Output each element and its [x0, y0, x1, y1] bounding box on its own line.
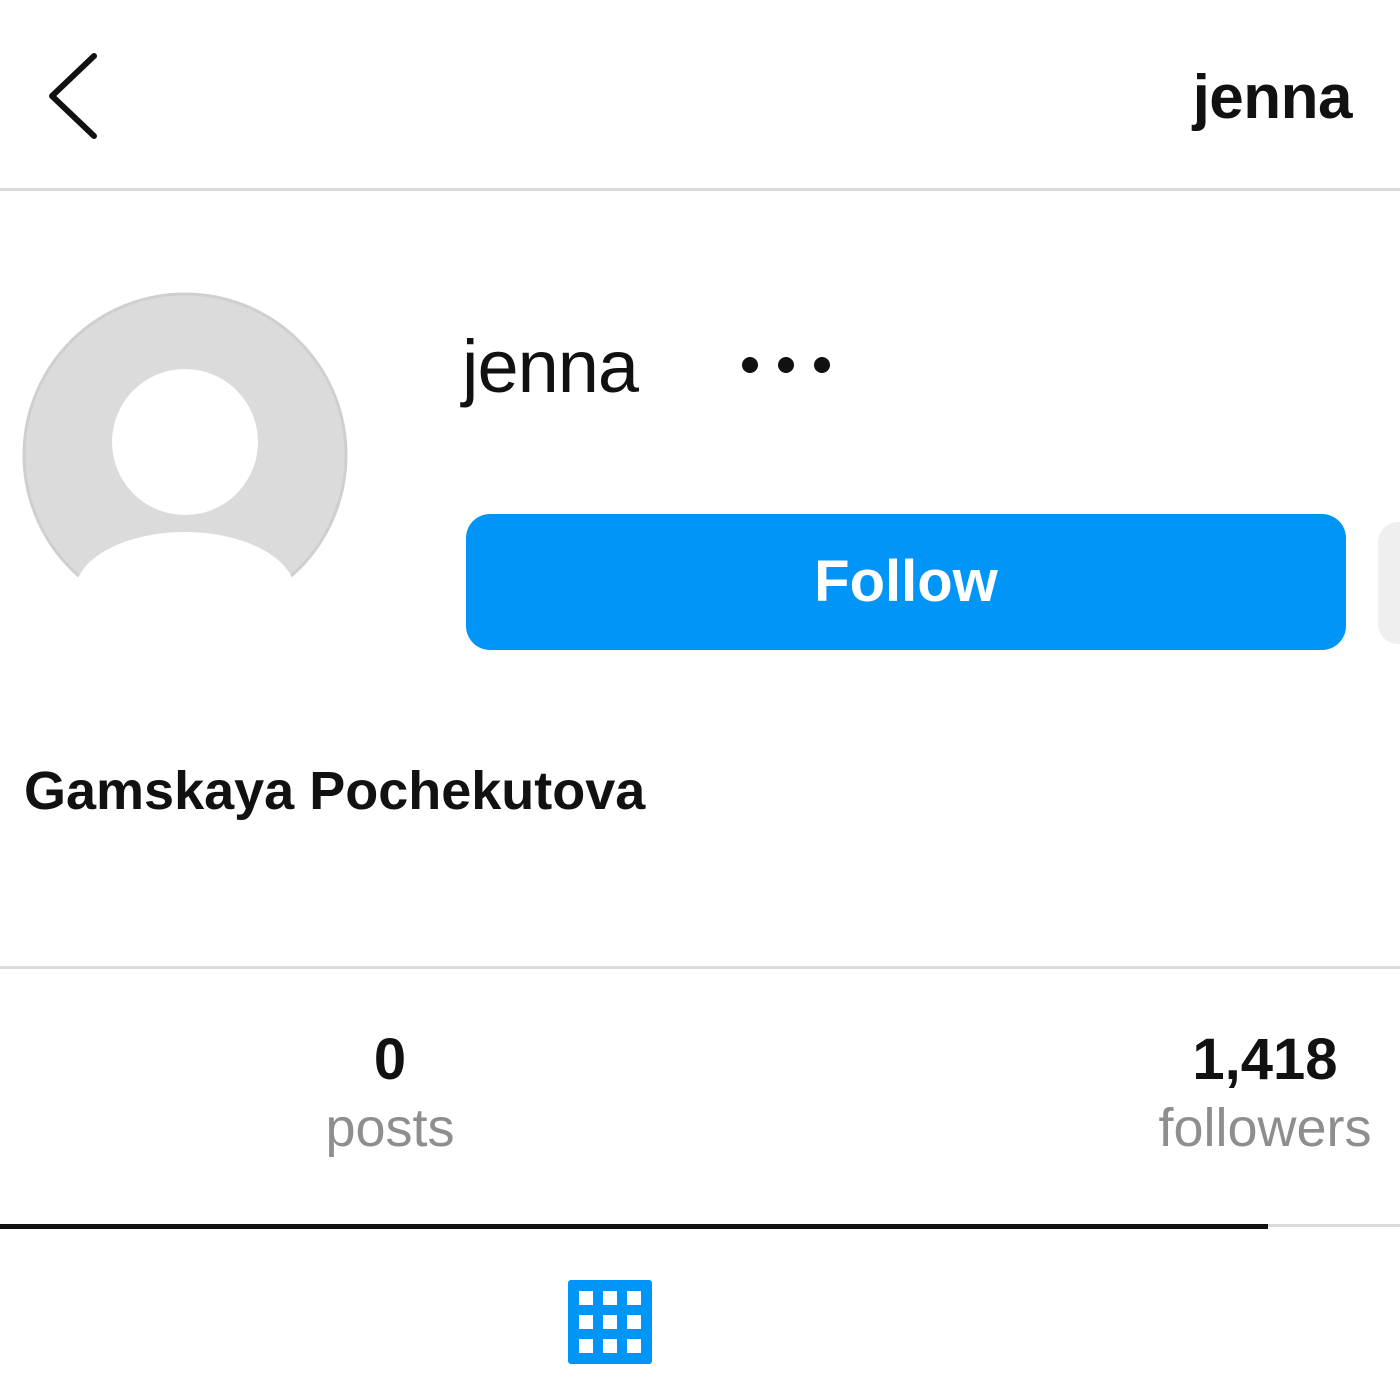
chevron-left-icon [49, 53, 97, 139]
stats-divider [0, 966, 1400, 969]
avatar[interactable] [22, 292, 348, 618]
posts-count: 0 [373, 1027, 407, 1092]
follow-button[interactable]: Follow [466, 514, 1346, 650]
top-navigation-bar: jenna [0, 0, 1400, 191]
header-title: jenna [1192, 63, 1353, 132]
followers-label: followers [1158, 1098, 1372, 1158]
profile-username: jenna [462, 325, 639, 408]
followers-stat[interactable]: 1,418 followers [1125, 1024, 1400, 1160]
grid-icon [568, 1280, 652, 1364]
profile-full-name: Gamskaya Pochekutova [24, 761, 646, 821]
active-tab-indicator [0, 1224, 1268, 1229]
more-horizontal-icon [742, 357, 830, 373]
more-options-button[interactable] [738, 340, 838, 390]
posts-label: posts [325, 1098, 455, 1158]
suggested-button-edge[interactable] [1378, 522, 1400, 644]
followers-count: 1,418 [1192, 1027, 1338, 1092]
default-avatar-icon [22, 292, 348, 618]
back-button[interactable] [40, 48, 110, 144]
posts-stat: 0 posts [250, 1024, 530, 1160]
tab-grid-posts[interactable] [566, 1278, 654, 1366]
profile-page: jenna jenna Follow Gamskaya Pochekutova … [0, 0, 1400, 1400]
